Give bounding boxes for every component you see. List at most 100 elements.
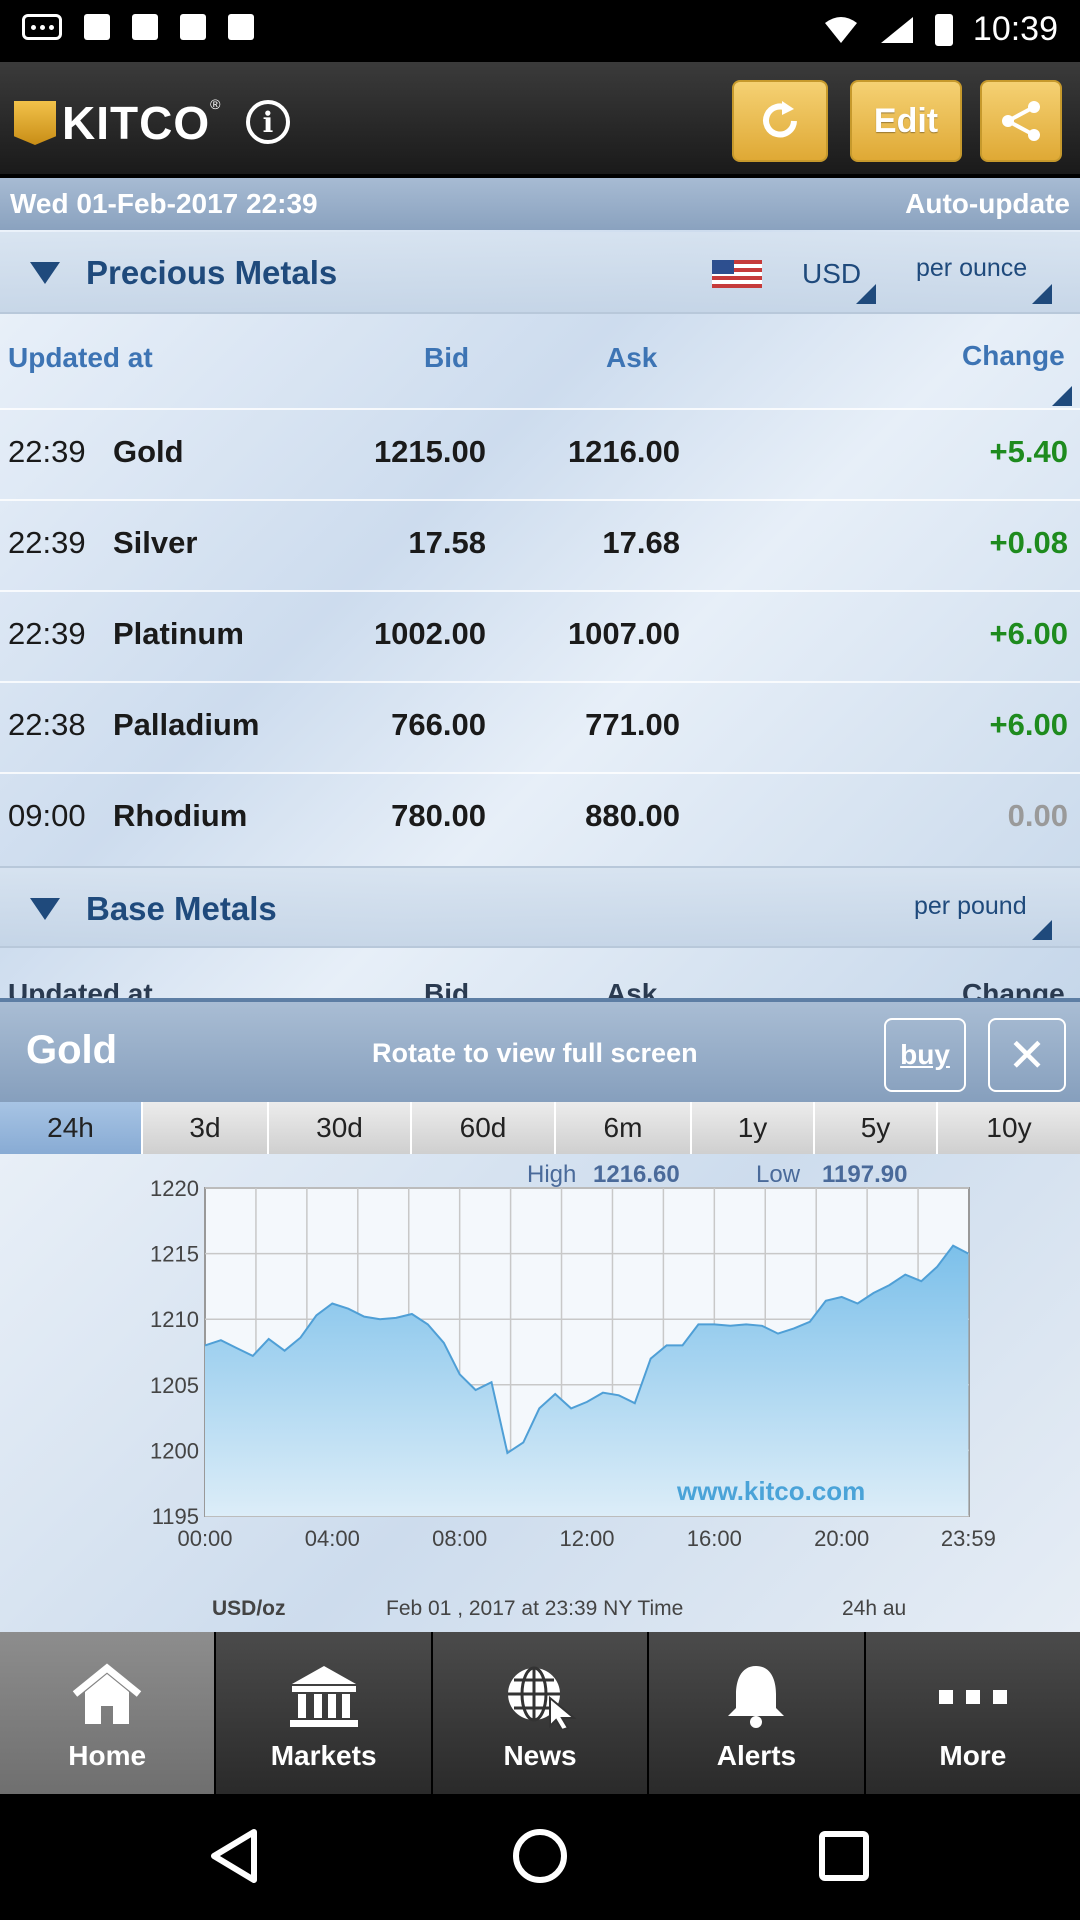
- table-row[interactable]: 09:00 Rhodium 780.00 880.00 0.00: [0, 772, 1080, 863]
- y-tick-label: 1220: [150, 1176, 199, 1201]
- section-title: Precious Metals: [86, 254, 338, 291]
- us-flag-icon: [712, 260, 762, 288]
- nav-home[interactable]: Home: [0, 1632, 215, 1794]
- collapse-arrow-icon[interactable]: [30, 898, 60, 920]
- refresh-icon: [763, 101, 797, 138]
- updated-time: 22:38: [8, 707, 86, 742]
- tab-24h[interactable]: 24h: [0, 1102, 143, 1154]
- tab-1y[interactable]: 1y: [692, 1102, 815, 1154]
- battery-icon: [934, 13, 953, 46]
- app-notification-icon: [180, 14, 206, 40]
- tab-60d[interactable]: 60d: [412, 1102, 556, 1154]
- y-axis-ticks: 122012151210120512001195: [150, 1176, 199, 1529]
- weight-unit-select[interactable]: per pound: [914, 892, 1027, 921]
- y-tick-label: 1210: [150, 1307, 199, 1332]
- metal-name: Rhodium: [113, 798, 248, 833]
- metal-name: Palladium: [113, 707, 260, 742]
- recents-icon[interactable]: [819, 1831, 869, 1881]
- app-notification-icon: [132, 14, 158, 40]
- updated-time: 22:39: [8, 616, 86, 651]
- ask-price: 1216.00: [567, 434, 680, 469]
- home-circle-icon[interactable]: [513, 1829, 567, 1883]
- bank-icon: [289, 1666, 358, 1727]
- app-notification-icon: [84, 14, 110, 40]
- back-icon[interactable]: [211, 1829, 257, 1883]
- nav-label: Home: [68, 1740, 147, 1771]
- x-axis-ticks: 00:00 04:00 08:00 12:00 16:00 20:00 23:59: [177, 1526, 995, 1551]
- kitco-logo-mark-icon: [14, 101, 56, 145]
- nav-news[interactable]: News: [432, 1632, 648, 1794]
- status-right: 10:39: [823, 10, 1058, 49]
- metal-name: Platinum: [113, 616, 244, 651]
- y-tick-label: 1215: [150, 1242, 199, 1267]
- home-icon: [72, 1663, 142, 1724]
- signal-icon: [880, 16, 913, 43]
- col-change[interactable]: Change: [962, 340, 1065, 372]
- share-icon: [1002, 101, 1040, 141]
- auto-update-toggle[interactable]: Auto-update: [905, 188, 1070, 220]
- chart-header: Gold Rotate to view full screen buy ✕: [0, 998, 1080, 1102]
- registered-mark: ®: [210, 96, 221, 112]
- chart-title: Gold: [26, 1028, 118, 1072]
- ask-price: 880.00: [585, 798, 680, 833]
- bid-price: 1002.00: [373, 616, 486, 651]
- wifi-icon: [824, 16, 857, 43]
- app-notification-icon: [228, 14, 254, 40]
- more-dots-icon: [938, 1690, 1007, 1704]
- y-tick-label: 1200: [150, 1438, 199, 1463]
- table-row[interactable]: 22:39 Gold 1215.00 1216.00 +5.40: [0, 408, 1080, 499]
- table-row[interactable]: 22:39 Platinum 1002.00 1007.00 +6.00: [0, 590, 1080, 681]
- refresh-button[interactable]: [732, 80, 828, 162]
- range-tabs: 24h 3d 30d 60d 6m 1y 5y 10y: [0, 1102, 1080, 1154]
- section-title: Base Metals: [86, 890, 277, 927]
- precious-metals-header[interactable]: Precious Metals USD per ounce: [0, 232, 1080, 314]
- x-tick-label: 23:59: [941, 1526, 996, 1551]
- table-row[interactable]: 22:38 Palladium 766.00 771.00 +6.00: [0, 681, 1080, 772]
- nav-markets[interactable]: Markets: [216, 1632, 431, 1794]
- nav-label: News: [503, 1740, 577, 1771]
- tab-30d[interactable]: 30d: [269, 1102, 412, 1154]
- info-icon[interactable]: i: [246, 100, 290, 144]
- nav-alerts[interactable]: Alerts: [649, 1632, 864, 1794]
- high-value: 1216.60: [593, 1161, 680, 1188]
- status-bar: 10:39: [0, 0, 1080, 62]
- metal-name: Gold: [113, 434, 184, 469]
- edit-button[interactable]: Edit: [850, 80, 962, 162]
- rotate-hint: Rotate to view full screen: [372, 1038, 698, 1068]
- unit-dropdown-icon[interactable]: [1032, 284, 1052, 304]
- share-button[interactable]: [980, 80, 1062, 162]
- collapse-arrow-icon[interactable]: [30, 262, 60, 284]
- x-tick-label: 16:00: [687, 1526, 742, 1551]
- change-sort-icon[interactable]: [1052, 386, 1072, 406]
- price-change: 0.00: [1007, 798, 1068, 833]
- close-icon[interactable]: ✕: [988, 1018, 1066, 1092]
- x-tick-label: 08:00: [432, 1526, 487, 1551]
- currency-select[interactable]: USD: [802, 258, 861, 290]
- low-value: 1197.90: [822, 1161, 907, 1188]
- metal-name: Silver: [113, 525, 198, 560]
- system-nav-bar: [0, 1794, 1080, 1920]
- tab-5y[interactable]: 5y: [815, 1102, 938, 1154]
- watermark: www.kitco.com: [676, 1476, 865, 1506]
- x-tick-label: 00:00: [177, 1526, 232, 1551]
- nav-more[interactable]: More: [865, 1632, 1080, 1794]
- table-row[interactable]: 22:39 Silver 17.58 17.68 +0.08: [0, 499, 1080, 590]
- price-change: +6.00: [989, 707, 1068, 742]
- weight-unit-select[interactable]: per ounce: [916, 254, 1027, 283]
- low-label: Low: [756, 1161, 801, 1188]
- buy-button[interactable]: buy: [884, 1018, 966, 1092]
- tab-6m[interactable]: 6m: [556, 1102, 692, 1154]
- gold-price-chart[interactable]: 1220 1215 1210 1205 1200 1195 00:00 04:00 08:00…: [0, 1154, 1080, 1632]
- unit-dropdown-icon[interactable]: [1032, 920, 1052, 940]
- bottom-nav: Home Markets News Alerts More: [0, 1632, 1080, 1794]
- precious-metals-table: 22:39 Gold 1215.00 1216.00 +5.40 22:39 S…: [0, 408, 1080, 863]
- tab-10y[interactable]: 10y: [938, 1102, 1080, 1154]
- currency-dropdown-icon[interactable]: [856, 284, 876, 304]
- messages-icon: [22, 14, 62, 40]
- tab-3d[interactable]: 3d: [143, 1102, 269, 1154]
- base-metals-header[interactable]: Base Metals per pound: [0, 866, 1080, 948]
- chart-svg: 122012151210120512001195 00:00 04:00 08:00…: [150, 1161, 996, 1620]
- col-bid: Bid: [424, 342, 470, 373]
- date-bar: Wed 01-Feb-2017 22:39 Auto-update: [0, 178, 1080, 230]
- bid-price: 1215.00: [373, 434, 486, 469]
